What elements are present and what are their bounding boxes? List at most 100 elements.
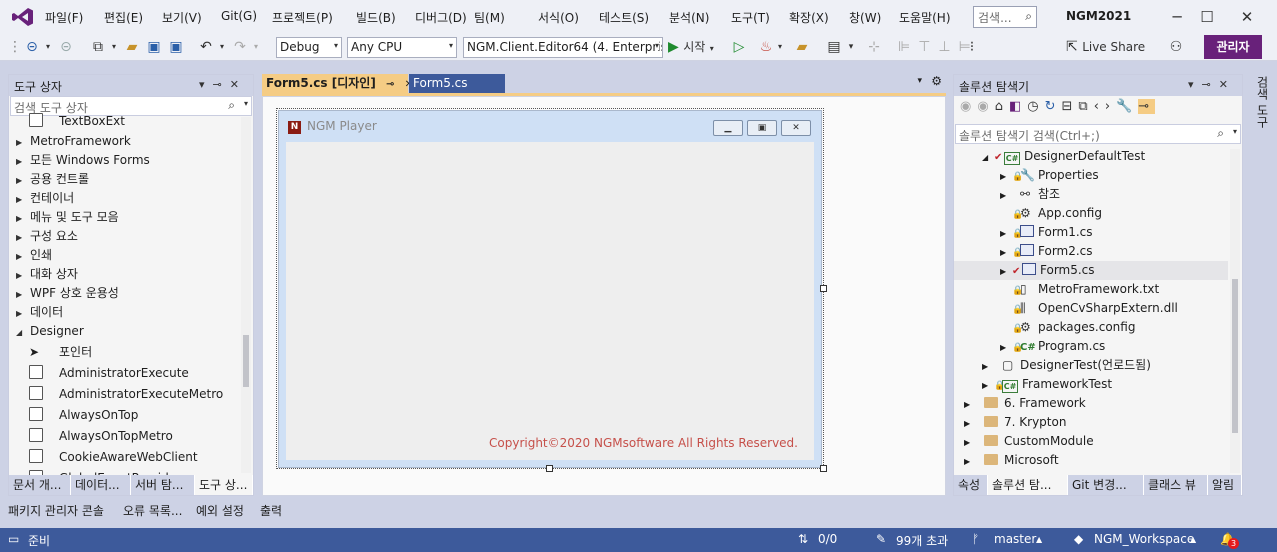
- toolbox-group[interactable]: ▶ MetroFramework: [9, 132, 241, 151]
- menu-item[interactable]: 파일(F): [45, 9, 83, 26]
- redo-icon[interactable]: ↷: [230, 37, 250, 57]
- align-tools-icon[interactable]: ⊫⊤⊥⊨: [898, 37, 1018, 57]
- code-icon[interactable]: ‹›: [1094, 99, 1116, 114]
- solution-search-input[interactable]: 솔루션 탐색기 검색(Ctrl+;) ⌕ ▾: [955, 124, 1241, 144]
- solution-bottom-tab[interactable]: 알림: [1208, 475, 1242, 495]
- scroll-thumb[interactable]: [243, 335, 249, 387]
- solution-tree-node[interactable]: ▶ CustomModule: [954, 432, 1228, 451]
- expand-icon[interactable]: ▶: [1000, 262, 1012, 281]
- menu-item[interactable]: 확장(X): [789, 9, 829, 26]
- form-client-area[interactable]: Copyright©2020 NGMsoftware All Rights Re…: [286, 142, 814, 460]
- expand-icon[interactable]: ▶: [1000, 243, 1012, 262]
- undo-icon[interactable]: ↶: [196, 37, 216, 57]
- layout-icon[interactable]: ▤: [824, 37, 844, 57]
- navigate-back-icon[interactable]: ⊝: [22, 37, 42, 57]
- vs-icon[interactable]: ◧: [1009, 99, 1027, 114]
- toolbox-group[interactable]: ▶ 메뉴 및 도구 모음: [9, 208, 241, 227]
- config-select[interactable]: Debug ▾: [276, 37, 342, 58]
- toolbox-group[interactable]: ◢ Designer: [9, 322, 241, 341]
- toolbox-group[interactable]: ▶ 대화 상자: [9, 265, 241, 284]
- toolbox-group[interactable]: ▶ 공용 컨트롤: [9, 170, 241, 189]
- search-input[interactable]: 검색... ⌕: [973, 6, 1037, 28]
- new-project-icon[interactable]: ⧉: [88, 37, 108, 57]
- menu-item[interactable]: 팀(M): [474, 9, 505, 26]
- panel-options-icon[interactable]: ▾⊸✕: [199, 78, 247, 91]
- expand-icon[interactable]: ▶: [982, 357, 994, 376]
- folder-icon[interactable]: ▰: [792, 37, 812, 57]
- copy-icon[interactable]: ⧉: [1078, 99, 1093, 114]
- bottom-panel-tab[interactable]: 패키지 관리자 콘솔: [8, 502, 104, 519]
- resize-handle-bottom[interactable]: [546, 465, 553, 472]
- maximize-button[interactable]: ☐: [1192, 6, 1222, 28]
- gear-icon[interactable]: ⚙: [931, 74, 942, 88]
- menu-item[interactable]: 빌드(B): [356, 9, 396, 26]
- live-share-button[interactable]: ⇱ Live Share: [1066, 37, 1176, 57]
- menu-item[interactable]: 보기(V): [162, 9, 202, 26]
- toolbox-group[interactable]: ▶ 모든 Windows Forms: [9, 151, 241, 170]
- toolbox-bottom-tab[interactable]: 문서 개...: [9, 475, 71, 495]
- resize-handle-corner[interactable]: [820, 465, 827, 472]
- collapse-icon[interactable]: ◢: [982, 148, 994, 167]
- toolbox-item[interactable]: CookieAwareWebClient: [9, 448, 241, 467]
- solution-tree-node[interactable]: ▶ 🔒 Form2.cs: [954, 242, 1228, 261]
- tab-list-dropdown-icon[interactable]: ▾: [917, 76, 922, 86]
- menu-item[interactable]: 편집(E): [104, 9, 143, 26]
- start-without-debug-icon[interactable]: ▷: [730, 37, 748, 57]
- solution-tree-node[interactable]: 🔒⫼ OpenCvSharpExtern.dll: [954, 299, 1228, 318]
- menu-item[interactable]: 프로젝트(P): [272, 9, 333, 26]
- toolbox-group[interactable]: ▶ 컨테이너: [9, 189, 241, 208]
- scroll-thumb[interactable]: [1232, 279, 1238, 433]
- toolbox-item[interactable]: ➤ 포인터: [9, 343, 241, 362]
- align-grid-icon[interactable]: ⊹: [864, 37, 884, 57]
- solution-bottom-tab[interactable]: 속성: [954, 475, 988, 495]
- hot-reload-icon[interactable]: ♨: [756, 37, 776, 57]
- platform-select[interactable]: Any CPU ▾: [347, 37, 457, 58]
- tab-form5-designer[interactable]: Form5.cs [디자인] ⊸ ✕: [262, 74, 413, 93]
- toolbox-item[interactable]: AdministratorExecute: [9, 364, 241, 383]
- expand-icon[interactable]: ▶: [1000, 167, 1012, 186]
- collapse-icon[interactable]: ⊟: [1062, 99, 1079, 114]
- expand-icon[interactable]: ▶: [964, 452, 976, 471]
- solution-tree-node[interactable]: ◢ ✔ C# DesignerDefaultTest: [954, 147, 1228, 166]
- solution-tree-node[interactable]: ▶ 🔒 Form1.cs: [954, 223, 1228, 242]
- solution-tree-node[interactable]: ▶ 🔒C# Program.cs: [954, 337, 1228, 356]
- solution-tree-node[interactable]: ▶ ⚯ 참조: [954, 185, 1228, 204]
- solution-tree-node[interactable]: 🔒⚙ App.config: [954, 204, 1228, 223]
- form-maximize-button[interactable]: ▣: [747, 120, 777, 136]
- panel-options-icon[interactable]: ▾⊸✕: [1188, 78, 1236, 91]
- toolbox-bottom-tab[interactable]: 데이터...: [71, 475, 131, 495]
- admin-badge[interactable]: 관리자: [1204, 35, 1262, 59]
- right-rail-tab[interactable]: 검색 도구: [1251, 74, 1271, 174]
- tab-form5-code[interactable]: Form5.cs: [409, 74, 505, 93]
- menu-item[interactable]: 도구(T): [731, 9, 770, 26]
- toolbox-item[interactable]: AlwaysOnTop: [9, 406, 241, 425]
- toolbox-group[interactable]: ▶ 데이터: [9, 303, 241, 322]
- toolbox-scrollbar[interactable]: [241, 117, 251, 473]
- wrench-icon[interactable]: 🔧: [1116, 99, 1138, 114]
- close-button[interactable]: ✕: [1232, 6, 1262, 28]
- expand-icon[interactable]: ▶: [964, 433, 976, 452]
- toolbox-group[interactable]: ▶ WPF 상호 운용성: [9, 284, 241, 303]
- forward-icon[interactable]: ◉: [977, 99, 994, 114]
- back-icon[interactable]: ◉: [960, 99, 977, 114]
- save-icon[interactable]: ▣: [144, 37, 164, 57]
- toolbox-item[interactable]: AdministratorExecuteMetro: [9, 385, 241, 404]
- solution-tree-node[interactable]: ▶ 6. Framework: [954, 394, 1228, 413]
- bottom-panel-tab[interactable]: 출력: [260, 502, 282, 519]
- status-branch[interactable]: master: [994, 532, 1036, 546]
- menu-item[interactable]: Git(G): [221, 9, 257, 23]
- solution-tree-node[interactable]: ▶ 7. Krypton: [954, 413, 1228, 432]
- solution-tree-node[interactable]: ▶ 🔒🔧 Properties: [954, 166, 1228, 185]
- start-button[interactable]: ▶ 시작 ▾: [668, 37, 716, 57]
- bottom-panel-tab[interactable]: 예외 설정: [196, 502, 244, 519]
- expand-icon[interactable]: ▶: [982, 376, 994, 395]
- save-all-icon[interactable]: ▣: [166, 37, 186, 57]
- minimize-button[interactable]: ─: [1162, 6, 1192, 28]
- toolbox-bottom-tab[interactable]: 서버 탐...: [131, 475, 195, 495]
- solution-bottom-tab[interactable]: Git 변경...: [1068, 475, 1144, 495]
- pin-icon[interactable]: ⊸: [386, 79, 394, 90]
- menu-item[interactable]: 서식(O): [538, 9, 579, 26]
- toolbox-group[interactable]: ▶ 인쇄: [9, 246, 241, 265]
- expand-icon[interactable]: ▶: [1000, 224, 1012, 243]
- solution-tree-node[interactable]: ▶ Microsoft: [954, 451, 1228, 470]
